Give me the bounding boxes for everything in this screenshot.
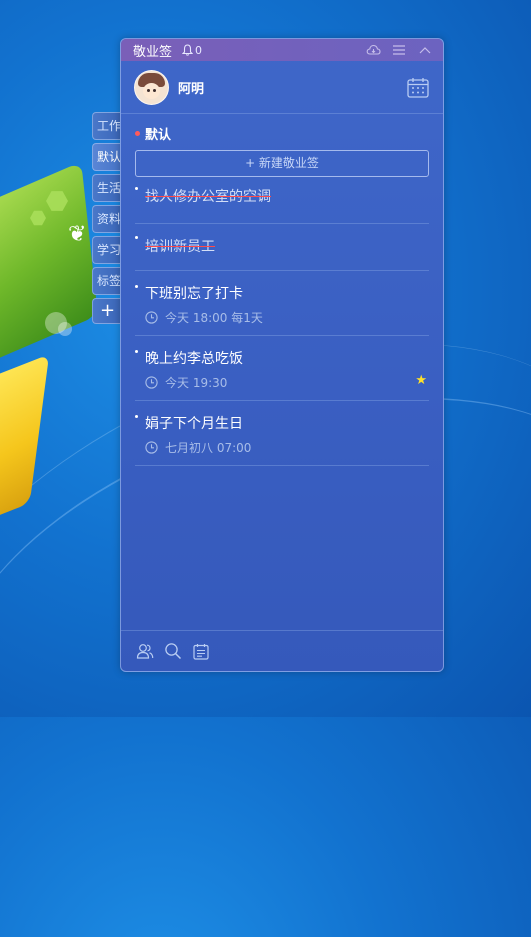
note-title: 找人修办公室的空调: [145, 189, 271, 205]
menu-button[interactable]: [391, 42, 407, 58]
note-item[interactable]: 培训新员工: [135, 224, 429, 271]
bottom-toolbar: [121, 630, 443, 671]
notification-count: 0: [195, 43, 203, 57]
contacts-button[interactable]: [136, 642, 154, 660]
menu-icon: [393, 45, 405, 55]
note-bullet: [135, 236, 138, 239]
note-item[interactable]: 娟子下个月生日 七月初八 07:00: [135, 401, 429, 466]
side-tab-study[interactable]: 学习: [92, 236, 122, 264]
search-button[interactable]: [164, 642, 182, 660]
note-title: 晚上约李总吃饭: [145, 351, 243, 367]
side-tab-life[interactable]: 生活: [92, 174, 122, 202]
butterfly-icon: ❦: [68, 222, 87, 247]
cloud-icon: [366, 44, 381, 55]
side-tab-work[interactable]: 工作: [92, 112, 122, 140]
note-time: 今天 19:30: [145, 374, 429, 391]
collapse-button[interactable]: [417, 42, 433, 58]
bell-icon: [182, 44, 194, 56]
note-bullet: [135, 350, 138, 353]
note-bullet: [135, 415, 138, 418]
username[interactable]: 阿明: [178, 78, 204, 97]
note-title: 培训新员工: [145, 239, 215, 255]
collapse-icon: [419, 47, 431, 54]
star-icon[interactable]: ★: [415, 373, 427, 388]
side-tab-materials[interactable]: 资料: [92, 205, 122, 233]
note-time-text: 今天 18:00 每1天: [165, 311, 263, 325]
note-time-text: 七月初八 07:00: [165, 441, 252, 455]
note-title: 下班别忘了打卡: [145, 286, 243, 302]
clock-icon: [145, 311, 158, 324]
side-tab-default[interactable]: 默认: [92, 143, 122, 171]
calendar-button[interactable]: [405, 74, 431, 100]
bubble-decoration: [58, 322, 72, 336]
note-time-text: 今天 19:30: [165, 376, 228, 390]
add-category-button[interactable]: +: [92, 298, 122, 324]
note-item[interactable]: 找人修办公室的空调: [135, 177, 429, 224]
notes-list: 找人修办公室的空调 培训新员工 下班别忘了打卡 今天 18:00 每1天 晚上约…: [135, 177, 429, 466]
new-note-button[interactable]: + 新建敬业签: [135, 150, 429, 177]
category-dot: [135, 130, 140, 136]
cloud-sync-button[interactable]: [365, 42, 381, 58]
note-bullet: [135, 187, 138, 190]
note-time: 今天 18:00 每1天: [145, 309, 429, 326]
user-header: 阿明: [121, 61, 443, 114]
avatar[interactable]: [134, 69, 169, 105]
calendar-icon: [407, 77, 429, 98]
side-tab-tags[interactable]: 标签: [92, 267, 122, 295]
app-window: 敬业签 0 阿明 默认 + 新建敬业签 找人修办公室的空调 培训新员工 下班别忘…: [120, 38, 444, 672]
note-title: 娟子下个月生日: [145, 416, 243, 432]
note-bullet: [135, 285, 138, 288]
app-title: 敬业签: [133, 44, 173, 60]
note-time: 七月初八 07:00: [145, 439, 429, 456]
notes-view-button[interactable]: [192, 642, 210, 660]
contacts-icon: [136, 644, 154, 659]
note-item[interactable]: 晚上约李总吃饭 今天 19:30 ★: [135, 336, 429, 401]
category-name: 默认: [145, 127, 172, 143]
side-category-tabs: 工作 默认 生活 资料 学习 标签 +: [92, 112, 122, 324]
clock-icon: [145, 376, 158, 389]
category-header: 默认: [121, 114, 443, 143]
note-item[interactable]: 下班别忘了打卡 今天 18:00 每1天: [135, 271, 429, 336]
notification-indicator[interactable]: 0: [182, 44, 202, 57]
search-icon: [165, 643, 182, 660]
notes-icon: [193, 643, 209, 660]
clock-icon: [145, 441, 158, 454]
titlebar[interactable]: 敬业签 0: [121, 39, 443, 61]
